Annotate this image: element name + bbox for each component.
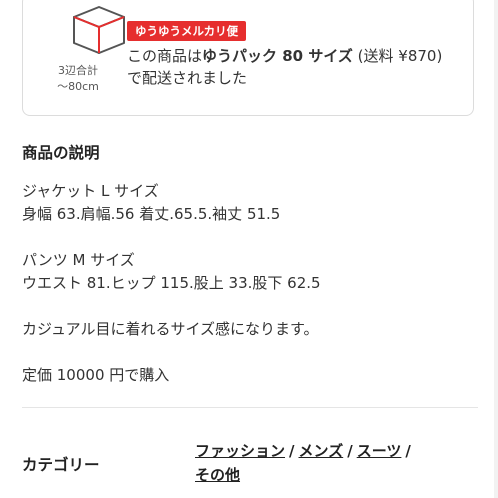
description-line: ジャケット L サイズ <box>22 182 159 200</box>
description-line: 身幅 63.肩幅.56 着丈.65.5.袖丈 51.5 <box>22 205 281 223</box>
shipping-text-prefix: この商品は <box>127 47 203 65</box>
category-link-other[interactable]: その他 <box>195 466 240 484</box>
category-link-mens[interactable]: メンズ <box>299 442 344 460</box>
shipping-method-badge: ゆうゆうメルカリ便 <box>127 21 247 41</box>
shipping-description: この商品はゆうパック 80 サイズ (送料 ¥870) で配送されました <box>127 45 457 89</box>
item-description: ジャケット L サイズ 身幅 63.肩幅.56 着丈.65.5.袖丈 51.5 … <box>22 180 462 387</box>
size-limit: 3辺合計 ～80cm <box>41 63 115 95</box>
category-link-suits[interactable]: スーツ <box>357 442 402 460</box>
scrollbar[interactable] <box>494 0 498 498</box>
size-limit-line1: 3辺合計 <box>58 64 98 77</box>
category-separator: / <box>405 442 411 460</box>
package-box-icon <box>73 6 125 54</box>
description-line: カジュアル目に着れるサイズ感になります。 <box>22 320 319 338</box>
category-link-fashion[interactable]: ファッション <box>195 442 285 460</box>
category-separator: / <box>347 442 353 460</box>
description-line: ウエスト 81.ヒップ 115.股上 33.股下 62.5 <box>22 274 321 292</box>
description-line: 定価 10000 円で購入 <box>22 366 170 384</box>
category-separator: / <box>289 442 295 460</box>
category-breadcrumb: ファッション / メンズ / スーツ / その他 <box>195 439 455 487</box>
section-divider <box>22 407 478 408</box>
category-label: カテゴリー <box>22 456 100 474</box>
description-title: 商品の説明 <box>22 144 100 162</box>
size-limit-line2: ～80cm <box>57 80 99 93</box>
shipping-size: ゆうパック 80 サイズ <box>202 47 353 65</box>
description-line: パンツ M サイズ <box>22 251 135 269</box>
shipping-info-card: 3辺合計 ～80cm ゆうゆうメルカリ便 この商品はゆうパック 80 サイズ (… <box>22 0 474 116</box>
